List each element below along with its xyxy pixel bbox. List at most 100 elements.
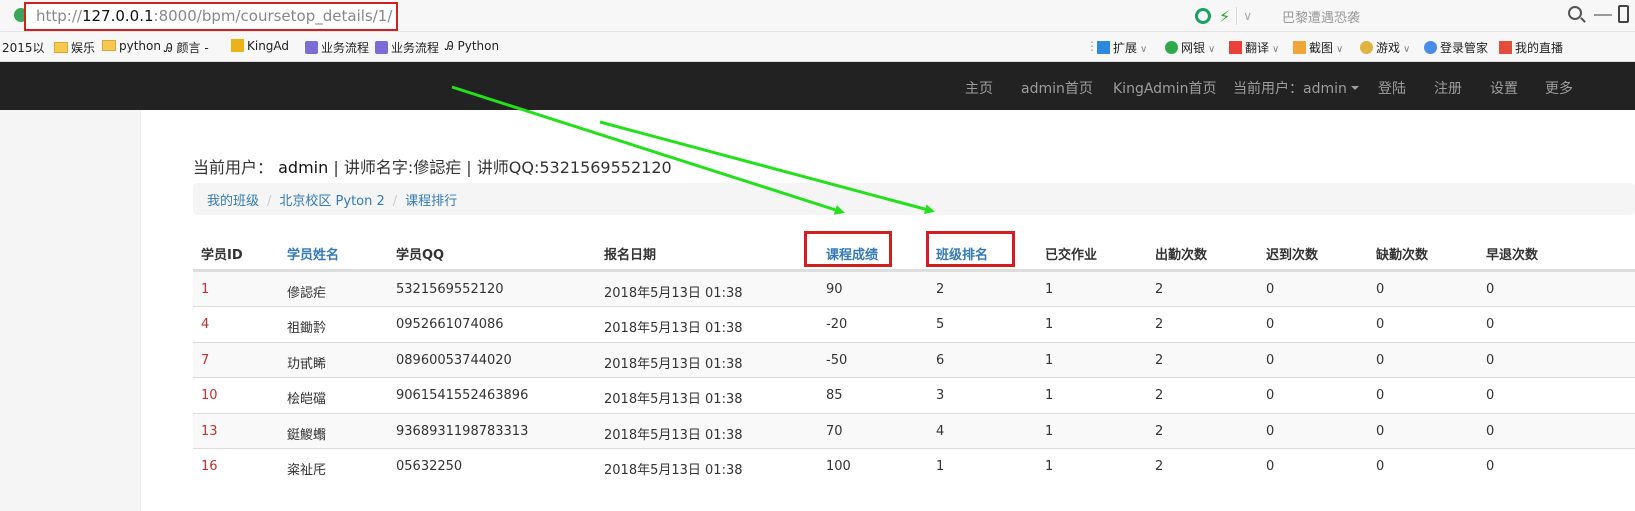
user-prefix: 当前用户： [193,158,274,177]
browser-address-bar: http://127.0.0.1:8000/bpm/coursetop_deta… [0,0,1635,32]
toolbar-label: 扩展 [1113,41,1138,55]
table-cell: 傪誋疟 [287,286,327,301]
toolbar-label: 我的直播 [1515,41,1564,55]
table-cell: 90 [826,282,843,297]
nav-settings[interactable]: 设置 [1490,78,1518,98]
chevron-down-icon[interactable]: ∨ [1243,9,1252,23]
table-cell: 0 [1266,282,1275,297]
nav-kingadmin-home[interactable]: KingAdmin首页 [1113,78,1216,98]
refresh-ext-icon[interactable] [1195,8,1211,24]
table-cell: 粢祉厇 [287,463,327,478]
table-cell: 0 [1486,282,1495,297]
apps-icon [1097,41,1110,54]
top-navbar: 主页 admin首页 KingAdmin首页 当前用户：admin 登陆 注册 … [0,62,1635,110]
browser-search-field[interactable]: 巴黎遭遇恐袭 [1282,7,1360,26]
toolbar-label: 翻译 [1245,41,1270,55]
table-cell: 3 [936,388,945,403]
nav-current-user-dropdown[interactable]: 当前用户：admin [1233,78,1359,98]
chevron-down-icon: ∨ [1140,44,1148,55]
table-cell: 0 [1486,424,1495,439]
link-glyph-icon: Ꭿ [445,39,458,53]
phone-icon[interactable] [1618,5,1629,23]
nav-register[interactable]: 注册 [1434,78,1462,98]
table-cell: 0 [1376,459,1385,474]
bookmark-item[interactable]: 业务流程 [375,39,439,56]
table-cell: 祖鋤霒 [287,321,327,336]
highlight-box-rank [926,231,1015,267]
table-cell: 0952661074086 [396,317,504,332]
toolbar-login-manager[interactable]: 登录管家 [1424,39,1488,56]
student-id-link[interactable]: 10 [201,388,218,403]
table-cell: 9061541552463896 [396,388,529,403]
bolt-icon[interactable]: ⚡ [1219,7,1230,26]
bookmarks-bar: 2015以 娱乐 python Ꭿ 颜言 - KingAd 业务流程 业务流程 … [0,32,1635,62]
table-cell: 2018年5月13日 01:38 [604,392,743,407]
bookmark-label: 业务流程 [321,41,370,55]
table-cell: 1 [1045,317,1054,332]
toolbar-games[interactable]: 游戏 ∨ [1360,39,1410,56]
bookmark-label: 娱乐 [71,41,96,55]
table-row: 1 傪誋疟 5321569552120 2018年5月13日 01:38 90 2 1 2 0 0… [193,271,1635,306]
table-cell: 2 [1155,353,1164,368]
addr-right-tools: ⚡ ∨ [0,0,1252,32]
col-absent-count: 缺勤次数 [1376,248,1429,263]
link-glyph-icon: Ꭿ [164,41,177,55]
bookmark-label: 业务流程 [391,41,440,55]
toolbar-label: 登录管家 [1440,41,1489,55]
bookmark-item[interactable]: Ꭿ Python [445,39,499,54]
toolbar-extensions[interactable]: 扩展 ∨ [1097,39,1147,56]
table-cell: 0 [1266,459,1275,474]
bookmark-folder[interactable]: 娱乐 [54,39,95,56]
student-id-link[interactable]: 4 [201,317,209,332]
toolbar-live[interactable]: 我的直播 [1499,39,1563,56]
bookmark-folder[interactable]: python [102,39,161,53]
bookmark-label: KingAd [247,39,290,53]
table-cell: 0 [1376,353,1385,368]
chevron-down-icon: ∨ [1208,44,1216,55]
bookmark-item[interactable]: 业务流程 [305,39,369,56]
table-row: 13 鋌鯼蠮 9368931198783313 2018年5月13日 01:38 70 4… [193,413,1635,448]
table-cell: 0 [1266,353,1275,368]
student-id-link[interactable]: 1 [201,282,209,297]
table-cell: 2018年5月13日 01:38 [604,357,743,372]
nav-login[interactable]: 登陆 [1378,78,1406,98]
chevron-down-icon: ∨ [1336,44,1344,55]
table-cell: 08960053744020 [396,353,512,368]
chevron-down-icon: ∨ [1403,44,1411,55]
nav-admin-home[interactable]: admin首页 [1021,78,1093,98]
breadcrumb-separator: / [267,194,272,209]
bookmark-item[interactable]: KingAd [231,39,289,53]
breadcrumb-course-ranking[interactable]: 课程排行 [405,194,457,209]
col-student-name-sort[interactable]: 学员姓名 [287,244,339,263]
nav-more[interactable]: 更多 [1545,78,1573,98]
table-cell: 0 [1376,282,1385,297]
toolbar-screenshot[interactable]: 截图 ∨ [1293,39,1343,56]
table-cell: -50 [826,353,848,368]
table-cell: 4 [936,424,945,439]
table-cell: 0 [1266,317,1275,332]
breadcrumb-campus-class[interactable]: 北京校区 Pyton 2 [279,194,384,209]
table-cell: 0 [1376,388,1385,403]
toolbar-bank[interactable]: 网银 ∨ [1165,39,1215,56]
table-cell: 0 [1266,388,1275,403]
breadcrumb-my-class[interactable]: 我的班级 [207,194,259,209]
minus-icon[interactable] [1594,14,1612,16]
nav-home[interactable]: 主页 [965,78,993,98]
doc-icon [375,41,388,54]
table-row: 16 粢祉厇 05632250 2018年5月13日 01:38 100 1 1 2 0 0 0 [193,448,1635,483]
bookmark-item[interactable]: 2015以 [2,39,45,56]
toolbar-translate[interactable]: 翻译 ∨ [1229,39,1279,56]
highlight-box-score [804,231,892,267]
toolbar-label: 截图 [1309,41,1334,55]
student-id-link[interactable]: 16 [201,459,218,474]
bookmark-label: Python [457,39,500,53]
table-cell: 鋌鯼蠮 [287,428,327,443]
table-cell: 2 [1155,282,1164,297]
user-name: admin [278,158,329,177]
col-student-id: 学员ID [201,248,243,263]
bookmark-item[interactable]: Ꭿ 颜言 - [164,39,209,56]
student-id-link[interactable]: 13 [201,424,218,439]
table-cell: 2 [1155,424,1164,439]
student-id-link[interactable]: 7 [201,353,209,368]
search-icon[interactable] [1568,6,1582,20]
